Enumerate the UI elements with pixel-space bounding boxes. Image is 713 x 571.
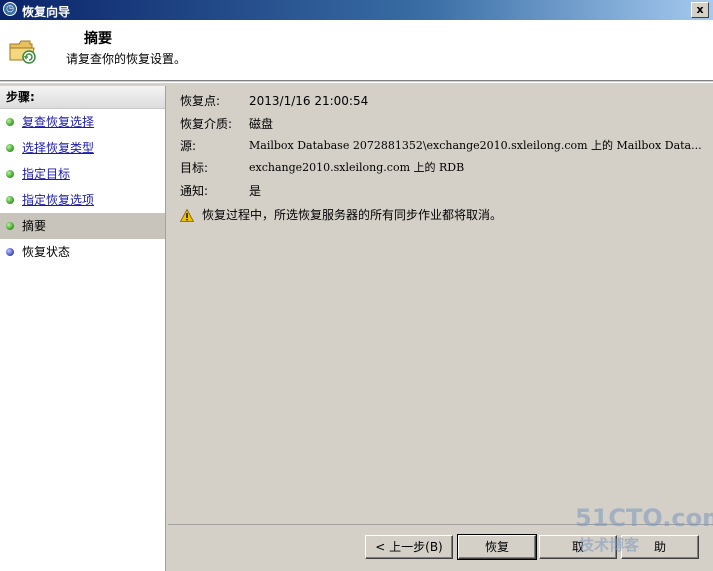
cancel-button[interactable]: 取 <box>539 535 617 559</box>
warning-text: 恢复过程中，所选恢复服务器的所有同步作业都将取消。 <box>202 208 503 222</box>
page-title: 摘要 <box>84 31 112 47</box>
title-bar: ◷ 恢复向导 x <box>0 0 713 20</box>
sidebar-item-label: 恢复状态 <box>22 245 71 259</box>
notify-value: 是 <box>249 184 262 198</box>
sidebar-item-label[interactable]: 指定目标 <box>22 167 70 181</box>
footer-divider <box>168 524 713 525</box>
sidebar-item-review-selection[interactable]: 复查恢复选择 <box>0 109 165 135</box>
field-label: 源: <box>180 139 197 153</box>
step-done-icon <box>6 118 14 126</box>
field-label: 目标: <box>180 161 209 175</box>
back-button[interactable]: < 上一步(B) <box>365 535 453 559</box>
sidebar-item-label[interactable]: 复查恢复选择 <box>22 115 94 129</box>
summary-panel: 恢复点: 2013/1/16 21:00:54 恢复介质: 磁盘 源: Mail… <box>168 86 713 530</box>
close-button[interactable]: x <box>691 2 709 18</box>
source-value: Mailbox Database 2072881352\exchange2010… <box>249 139 702 152</box>
target-value: exchange2010.sxleilong.com 上的 RDB <box>249 161 465 174</box>
field-label: 恢复介质: <box>180 117 233 131</box>
steps-sidebar: 步骤: 复查恢复选择 选择恢复类型 指定目标 指定恢复选项 摘要 恢复状态 <box>0 86 166 571</box>
warning-icon <box>180 209 194 222</box>
help-button[interactable]: 助 <box>621 535 699 559</box>
sidebar-item-recovery-options[interactable]: 指定恢复选项 <box>0 187 165 213</box>
sidebar-item-label: 摘要 <box>22 219 47 233</box>
recovery-point-value: 2013/1/16 21:00:54 <box>249 94 369 108</box>
sidebar-item-target[interactable]: 指定目标 <box>0 161 165 187</box>
field-label: 通知: <box>180 184 209 198</box>
field-label: 恢复点: <box>180 94 221 108</box>
sidebar-item-recovery-status: 恢复状态 <box>0 239 165 265</box>
wizard-clock-icon: ◷ <box>3 2 17 16</box>
wizard-header: 摘要 请复查你的恢复设置。 <box>0 20 713 81</box>
header-divider <box>0 82 713 83</box>
step-current-icon <box>6 222 14 230</box>
step-done-icon <box>6 196 14 204</box>
sidebar-item-recovery-type[interactable]: 选择恢复类型 <box>0 135 165 161</box>
restore-button[interactable]: 恢复 <box>457 534 537 560</box>
step-done-icon <box>6 144 14 152</box>
step-pending-icon <box>6 248 14 256</box>
sidebar-item-label[interactable]: 指定恢复选项 <box>22 193 94 207</box>
sidebar-item-label[interactable]: 选择恢复类型 <box>22 141 94 155</box>
page-subtitle: 请复查你的恢复设置。 <box>66 52 187 66</box>
step-done-icon <box>6 170 14 178</box>
sidebar-item-summary: 摘要 <box>0 213 165 239</box>
folder-restore-icon <box>9 40 36 64</box>
steps-heading: 步骤: <box>0 86 165 109</box>
recovery-media-value: 磁盘 <box>249 117 274 131</box>
window-title: 恢复向导 <box>22 5 71 19</box>
